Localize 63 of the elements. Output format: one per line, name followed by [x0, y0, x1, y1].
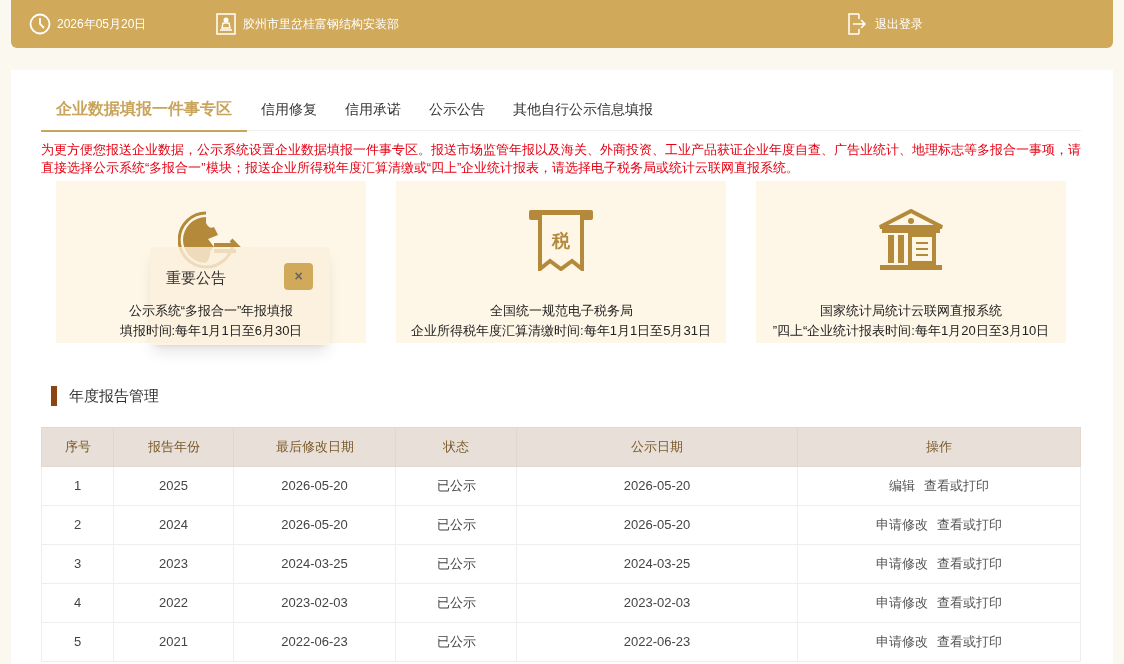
- tab[interactable]: 其他自行公示信息填报: [499, 96, 667, 131]
- action-link[interactable]: 查看或打印: [937, 633, 1002, 649]
- action-link[interactable]: 申请修改: [876, 516, 928, 532]
- table-cell: 2026-05-20: [233, 466, 396, 505]
- notice-text: 为更方便您报送企业数据，公示系统设置企业数据填报一件事专区。报送市场监管年报以及海关、外商投资、工业产品获证企业年度自查、广告业统计、地理标志等多报合一事项，请直接选择公示系统“多报合一”模块；报送企业所得税年度汇算清缴或“四上”企业统计报表，请选择电子税务局或统计云联网直报系统。: [41, 141, 1082, 177]
- table-cell: 已公示: [395, 505, 517, 544]
- table-cell: 已公示: [395, 466, 517, 505]
- header-date: 2026年05月20日: [57, 16, 147, 33]
- action-link[interactable]: 查看或打印: [937, 594, 1002, 610]
- table-cell: 2024-03-25: [233, 544, 396, 583]
- action-link[interactable]: 申请修改: [876, 633, 928, 649]
- table-cell: 已公示: [395, 544, 517, 583]
- service-card[interactable]: 国家统计局统计云联网直报系统 ”四上“企业统计报表时间:每年1月20日至3月10日: [756, 181, 1066, 343]
- card-time: 企业所得税年度汇算清缴时间:每年1月1日至5月31日: [411, 322, 711, 340]
- action-link[interactable]: 申请修改: [876, 594, 928, 610]
- column-header: 最后修改日期: [233, 427, 396, 466]
- tab[interactable]: 公示公告: [415, 96, 499, 131]
- card-title: 公示系统“多报合一”年报填报: [128, 302, 294, 320]
- action-link[interactable]: 查看或打印: [924, 477, 989, 493]
- action-link[interactable]: 查看或打印: [937, 555, 1002, 571]
- table-cell: 2026-05-20: [516, 466, 798, 505]
- table-cell: 5: [41, 622, 114, 661]
- table-cell: 已公示: [395, 583, 517, 622]
- company-name: 胶州市里岔桂富钢结构安装部: [243, 16, 400, 33]
- table-cell: 2023-02-03: [233, 583, 396, 622]
- card-time: ”四上“企业统计报表时间:每年1月20日至3月10日: [772, 322, 1050, 340]
- table-cell: 3: [41, 544, 114, 583]
- column-header: 序号: [41, 427, 114, 466]
- service-card[interactable]: 税 全国统一规范电子税务局 企业所得税年度汇算清缴时间:每年1月1日至5月31日: [396, 181, 726, 343]
- section-title: 年度报告管理: [69, 386, 159, 406]
- action-link[interactable]: 编辑: [889, 477, 915, 493]
- table-cell: 2025: [113, 466, 234, 505]
- logout-icon: [847, 13, 867, 35]
- action-link[interactable]: 查看或打印: [937, 516, 1002, 532]
- card-title: 全国统一规范电子税务局: [489, 302, 633, 320]
- profile-icon: [216, 13, 237, 35]
- column-header: 状态: [395, 427, 517, 466]
- tab[interactable]: 信用承诺: [331, 96, 415, 131]
- table-cell: 已公示: [395, 622, 517, 661]
- column-header: 公示日期: [516, 427, 798, 466]
- tab[interactable]: 信用修复: [247, 96, 331, 131]
- table-cell: 2023-02-03: [516, 583, 798, 622]
- clock-icon: [29, 13, 51, 35]
- action-link[interactable]: 申请修改: [876, 555, 928, 571]
- column-header: 报告年份: [113, 427, 234, 466]
- table-cell: 1: [41, 466, 114, 505]
- table-cell: 2021: [113, 622, 234, 661]
- table-cell: 2026-05-20: [516, 505, 798, 544]
- card-title: 国家统计局统计云联网直报系统: [820, 302, 1002, 320]
- table-cell: 2: [41, 505, 114, 544]
- table-cell: 4: [41, 583, 114, 622]
- card-time: 填报时间:每年1月1日至6月30日: [119, 322, 303, 340]
- table-cell: 2024-03-25: [516, 544, 798, 583]
- popup-title: 重要公告: [166, 268, 226, 288]
- table-cell: 2022: [113, 583, 234, 622]
- table-cell: 2022-06-23: [233, 622, 396, 661]
- table-cell: 2024: [113, 505, 234, 544]
- table-cell: 2023: [113, 544, 234, 583]
- section-marker: [51, 386, 57, 407]
- table-cell: 2022-06-23: [516, 622, 798, 661]
- bank-building-icon: [878, 209, 944, 271]
- column-header: 操作: [797, 427, 1081, 466]
- table-cell: 2026-05-20: [233, 505, 396, 544]
